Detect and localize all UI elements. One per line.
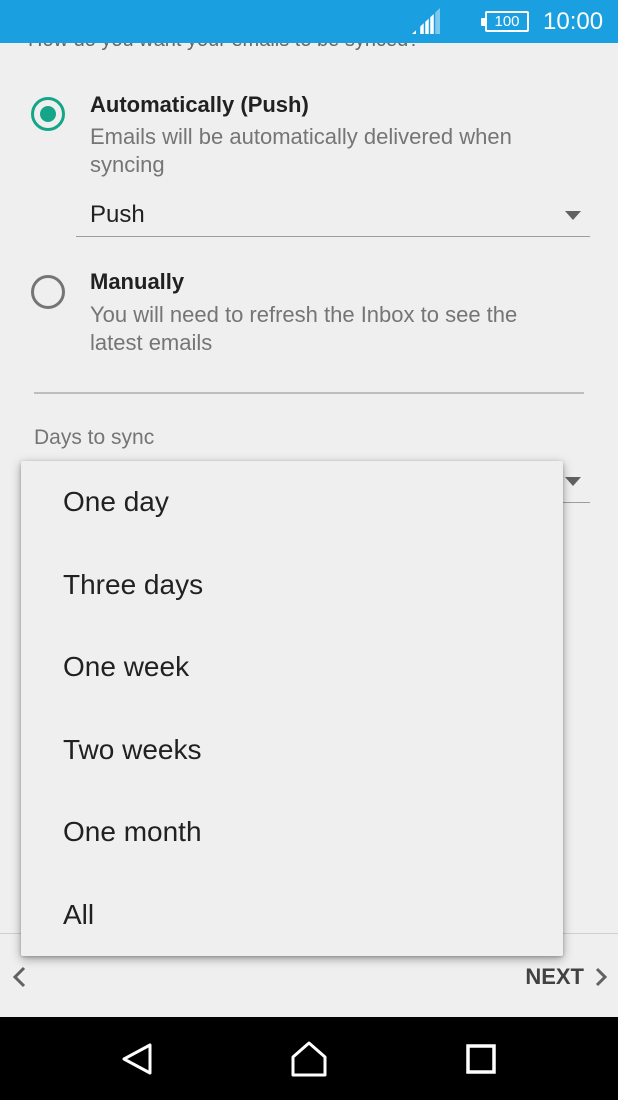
option-description-manually: You will need to refresh the Inbox to se…	[90, 302, 518, 355]
back-icon[interactable]	[117, 1039, 157, 1079]
days-to-sync-label: Days to sync	[34, 426, 155, 449]
days-option-one-week[interactable]: One week	[21, 626, 563, 709]
days-to-sync-select[interactable]	[560, 463, 590, 503]
option-title-manually[interactable]: Manually	[90, 269, 184, 295]
option-description-push: Emails will be automatically delivered w…	[90, 124, 512, 177]
radio-automatically-push[interactable]	[31, 97, 65, 131]
home-icon[interactable]	[289, 1039, 329, 1079]
days-option-three-days[interactable]: Three days	[21, 544, 563, 627]
dropdown-arrow-icon	[565, 211, 581, 220]
radio-manually[interactable]	[31, 275, 65, 309]
days-option-one-month[interactable]: One month	[21, 791, 563, 874]
system-nav-bar	[0, 1017, 618, 1100]
push-select-value: Push	[90, 201, 145, 228]
status-bar: 100 10:00	[0, 0, 618, 43]
sync-question: How do you want your emails to be synced…	[28, 43, 419, 52]
recents-icon[interactable]	[461, 1039, 501, 1079]
signal-icon	[412, 8, 440, 34]
battery-icon: 100	[481, 11, 529, 32]
days-option-two-weeks[interactable]: Two weeks	[21, 709, 563, 792]
battery-level: 100	[494, 13, 520, 30]
chevron-right-icon	[595, 967, 608, 987]
days-to-sync-dropdown: One day Three days One week Two weeks On…	[21, 461, 563, 956]
next-label: NEXT	[525, 964, 584, 989]
chevron-left-icon[interactable]	[10, 964, 28, 990]
days-option-all[interactable]: All	[21, 874, 563, 957]
status-time: 10:00	[543, 8, 604, 35]
push-select[interactable]: Push	[76, 197, 590, 237]
dropdown-arrow-icon	[565, 477, 581, 486]
divider	[34, 392, 584, 394]
next-button[interactable]: NEXT	[525, 960, 608, 994]
days-option-one-day[interactable]: One day	[21, 461, 563, 544]
option-title-push[interactable]: Automatically (Push)	[90, 92, 309, 118]
